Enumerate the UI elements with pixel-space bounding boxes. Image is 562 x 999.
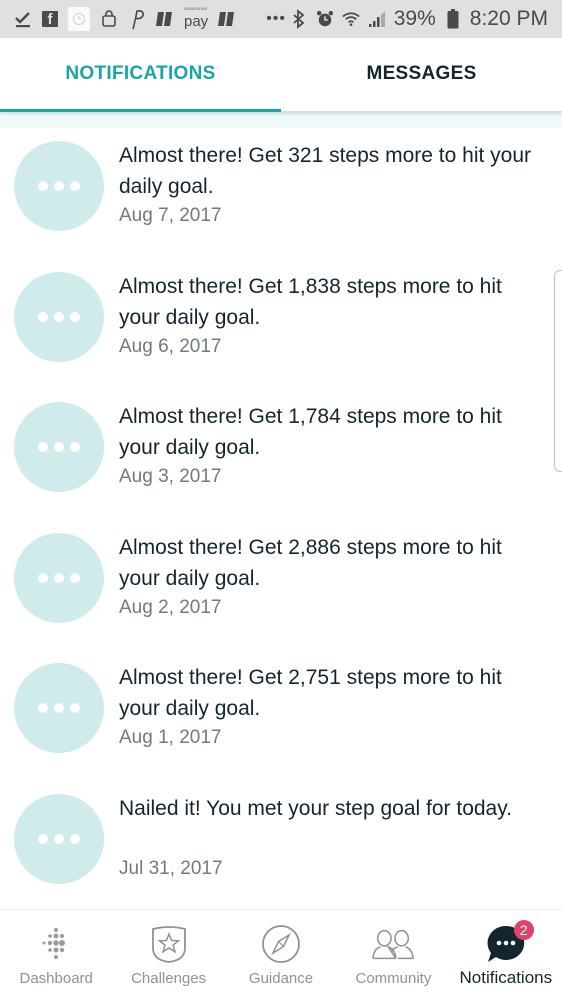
nav-community[interactable]: Community [337, 910, 449, 999]
shopping-bag-icon [100, 10, 118, 28]
download-done-icon [14, 10, 32, 28]
list-header-strip [0, 112, 562, 128]
status-bar: f SAMSUNG pay ••• 39% 8:20 PM [0, 0, 562, 38]
list-item[interactable]: Almost there! Get 321 steps more to hit … [0, 128, 562, 259]
battery-icon [444, 9, 462, 29]
nav-label: Community [355, 970, 432, 987]
notification-avatar-more-icon [14, 141, 104, 231]
nav-guidance[interactable]: Guidance [225, 910, 337, 999]
nav-label: Notifications [459, 968, 553, 987]
notification-avatar-more-icon [14, 532, 104, 623]
nav-challenges[interactable]: Challenges [112, 910, 224, 999]
list-item[interactable]: Almost there! Get 1,838 steps more to hi… [0, 259, 562, 390]
notification-date: Aug 6, 2017 [119, 335, 222, 357]
notification-message: Almost there! Get 1,838 steps more to hi… [119, 274, 502, 329]
app-icon [156, 10, 174, 28]
notification-message: Almost there! Get 321 steps more to hit … [119, 144, 532, 198]
nav-dashboard[interactable]: Dashboard [0, 910, 112, 999]
bluetooth-icon [290, 9, 308, 29]
alarm-icon [316, 10, 334, 28]
app-icon [218, 10, 236, 28]
notification-list[interactable]: Almost there! Get 321 steps more to hit … [0, 128, 562, 912]
challenges-shield-star-icon [147, 922, 191, 966]
tab-messages[interactable]: MESSAGES [281, 38, 562, 111]
notification-count-badge: 2 [513, 920, 534, 940]
notification-date: Aug 1, 2017 [119, 727, 222, 749]
dashboard-dots-icon [34, 922, 78, 966]
nav-label: Challenges [131, 970, 207, 987]
facebook-icon: f [42, 11, 58, 28]
nav-notifications[interactable]: 2 Notifications [450, 910, 562, 999]
list-item[interactable]: Nailed it! You met your step goal for to… [0, 781, 562, 912]
nav-label: Guidance [248, 970, 314, 987]
wifi-icon [342, 10, 360, 28]
tab-notifications[interactable]: NOTIFICATIONS [0, 38, 281, 112]
clock-time: 8:20 PM [469, 7, 548, 30]
list-item[interactable]: Almost there! Get 2,886 steps more to hi… [0, 520, 562, 651]
more-notifications-icon: ••• [266, 10, 286, 27]
notification-message: Almost there! Get 1,784 steps more to hi… [119, 405, 502, 460]
samsung-pay-icon: SAMSUNG pay [184, 5, 209, 30]
list-item[interactable]: Almost there! Get 2,751 steps more to hi… [0, 650, 562, 781]
notification-avatar-more-icon [14, 271, 104, 362]
notification-message: Nailed it! You met your step goal for to… [119, 796, 513, 820]
tab-bar: NOTIFICATIONS MESSAGES [0, 38, 562, 112]
battery-percent: 39% [393, 7, 436, 30]
notification-message: Almost there! Get 2,751 steps more to hi… [119, 666, 502, 721]
guidance-compass-icon [259, 922, 303, 966]
notification-date: Aug 7, 2017 [119, 205, 222, 226]
notification-avatar-more-icon [14, 793, 104, 884]
edge-panel-handle[interactable] [554, 270, 562, 472]
list-item[interactable]: Almost there! Get 1,784 steps more to hi… [0, 389, 562, 520]
notification-avatar-more-icon [14, 402, 104, 493]
bottom-nav: Dashboard Challenges Guidance Community … [0, 909, 562, 999]
notification-message: Almost there! Get 2,886 steps more to hi… [119, 535, 502, 590]
paypal-icon [128, 10, 146, 30]
notification-date: Aug 3, 2017 [119, 466, 222, 488]
notification-date: Jul 31, 2017 [119, 857, 223, 879]
notification-date: Aug 2, 2017 [119, 596, 222, 618]
nav-label: Dashboard [19, 970, 93, 987]
clock-app-icon [68, 7, 90, 31]
community-people-icon [371, 922, 415, 966]
signal-icon [368, 10, 386, 28]
notification-avatar-more-icon [14, 663, 104, 754]
